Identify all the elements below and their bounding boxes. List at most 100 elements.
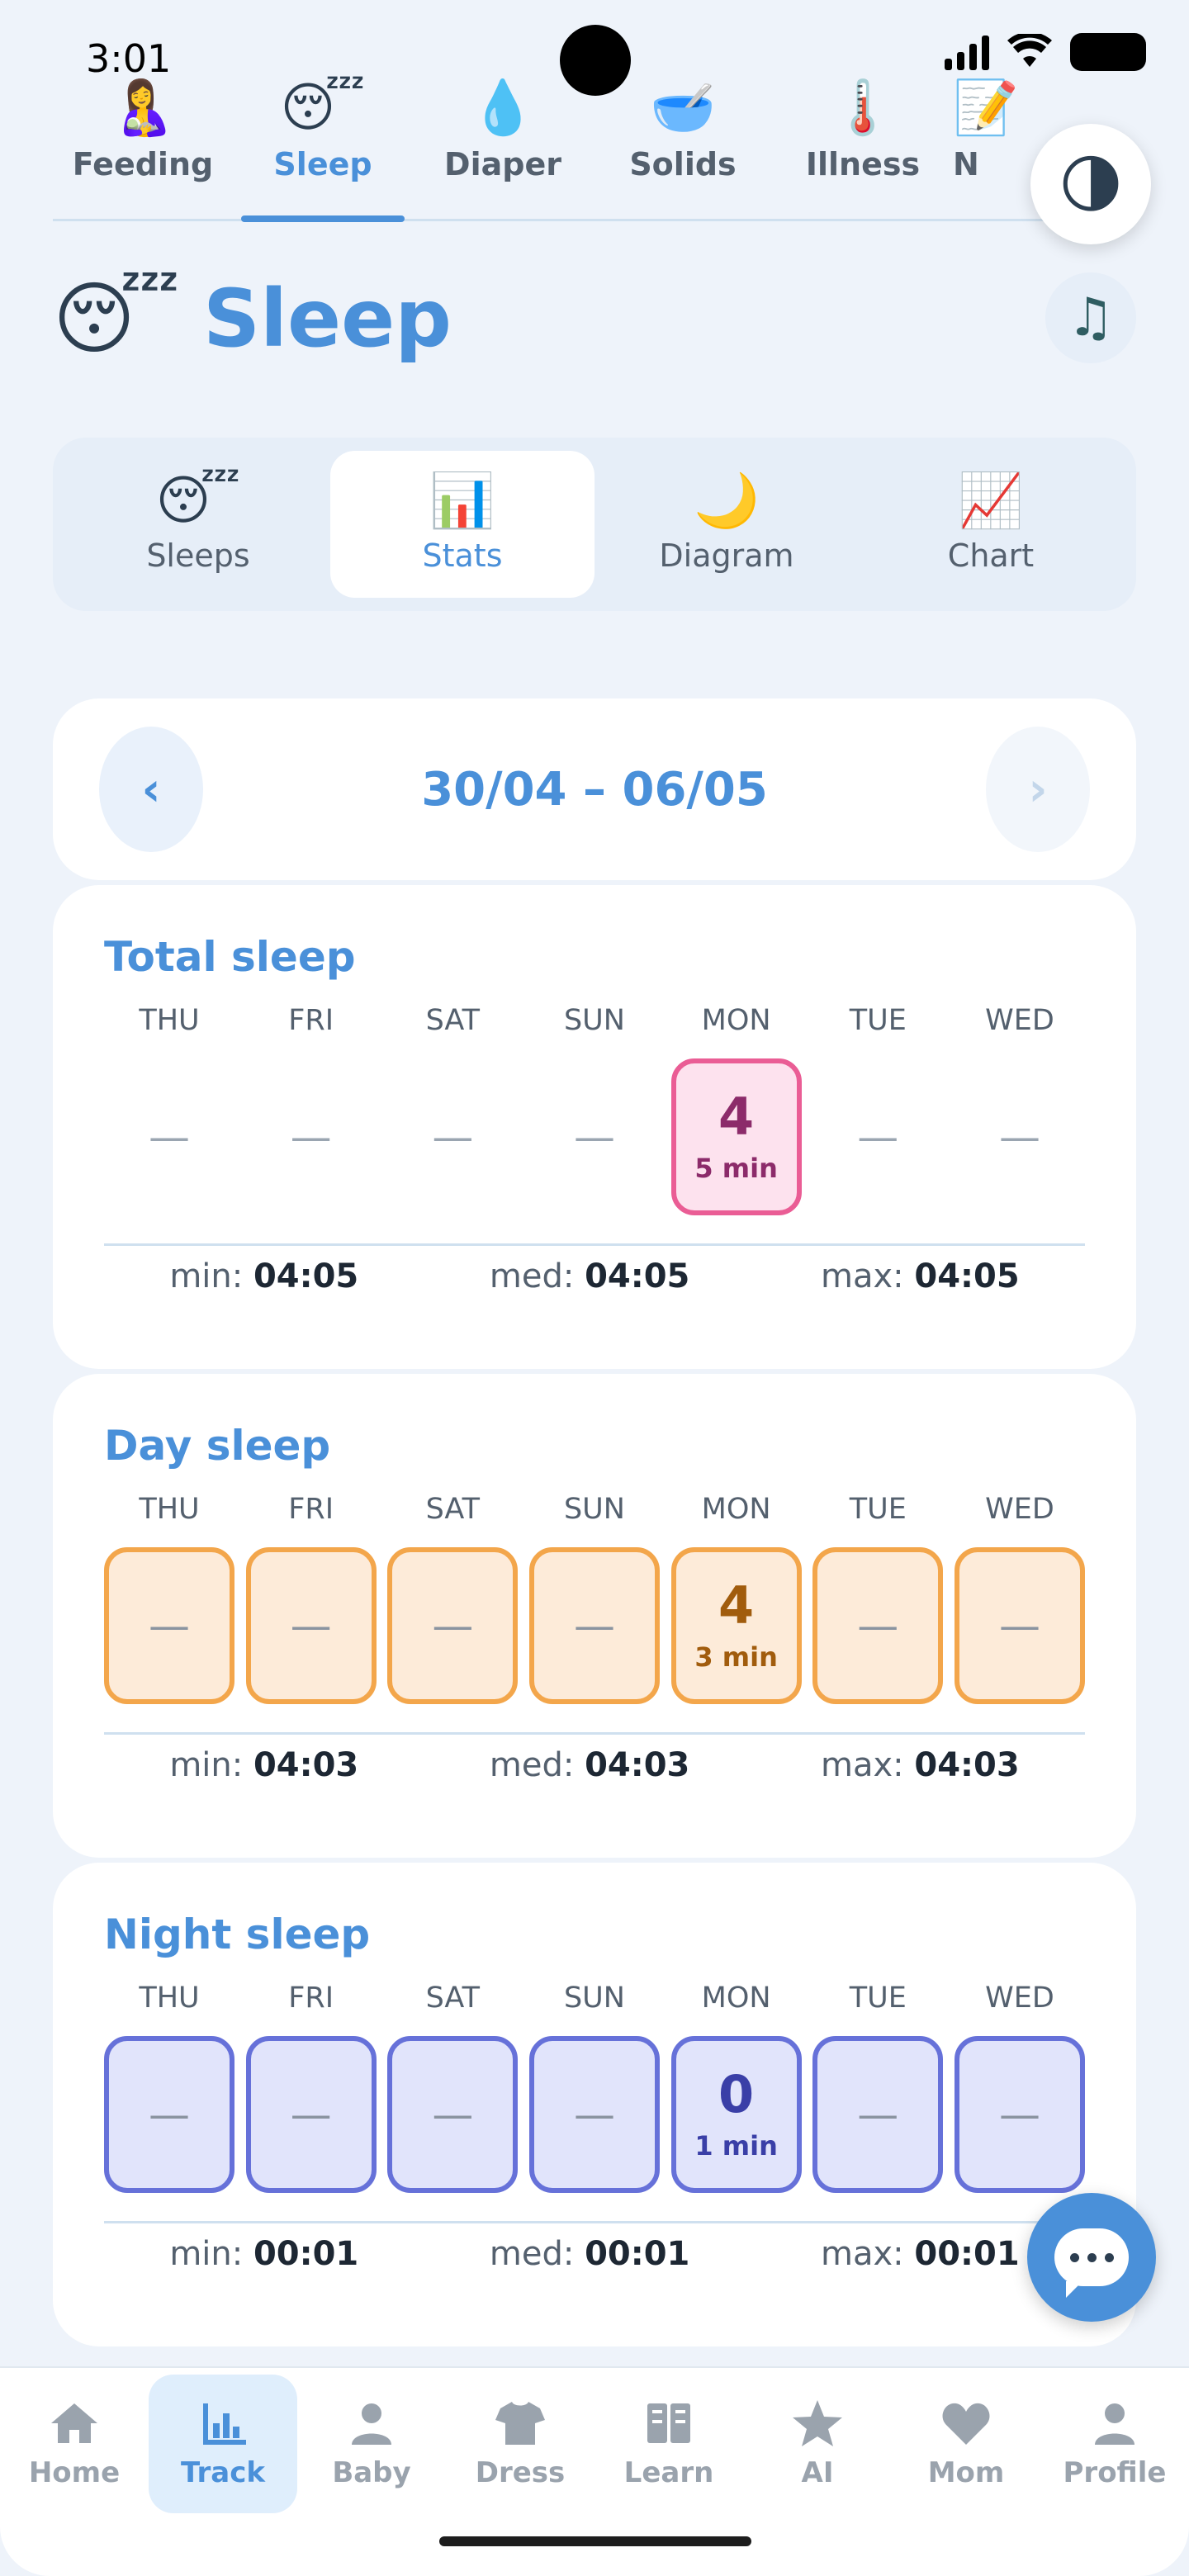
segment-diagram[interactable]: 🌙 Diagram (594, 451, 859, 598)
day-cell[interactable]: — (387, 1547, 519, 1704)
nav-home[interactable]: Home (0, 2375, 149, 2513)
thermometer-icon: 🌡️ (830, 78, 896, 139)
day-value-sub: 1 min (694, 2129, 778, 2162)
next-week-button[interactable]: › (986, 727, 1090, 852)
stat-label: med: (489, 1257, 575, 1295)
tab-feeding[interactable]: 🤱 Feeding (53, 33, 233, 219)
tab-label: Solids (629, 146, 737, 182)
weekday-label: WED (985, 1004, 1054, 1037)
home-indicator (439, 2536, 751, 2546)
nav-profile[interactable]: Profile (1040, 2375, 1189, 2513)
moon-icon: 🌙 (694, 471, 760, 532)
weekday-label: FRI (288, 1982, 334, 2015)
day-cell[interactable]: — (104, 1058, 234, 1215)
day-cell-highlighted[interactable]: 4 3 min (670, 1547, 802, 1704)
droplet-icon: 💧 (470, 78, 536, 139)
day-cell[interactable]: — (955, 1058, 1085, 1215)
stat-med: med: 04:03 (490, 1746, 690, 1784)
nav-mom[interactable]: Mom (892, 2375, 1040, 2513)
weekday-label: SUN (563, 1493, 625, 1526)
stat-value: 00:01 (585, 2235, 690, 2273)
stat-value: 04:03 (585, 1746, 690, 1784)
home-icon (51, 2403, 97, 2443)
nav-label: Profile (1063, 2456, 1167, 2489)
day-cell[interactable]: — (954, 1547, 1085, 1704)
tab-illness[interactable]: 🌡️ Illness (773, 33, 953, 219)
moon-half-icon: 🌗 (1058, 147, 1124, 221)
segment-stats[interactable]: 📊 Stats (330, 451, 594, 598)
star-icon (793, 2400, 842, 2446)
weekday-label: WED (985, 1982, 1054, 2015)
day-cell[interactable]: — (529, 1058, 660, 1215)
weekday-label: MON (701, 1493, 771, 1526)
day-value: — (857, 1113, 899, 1161)
segment-chart[interactable]: 📈 Chart (859, 451, 1123, 598)
day-cell[interactable]: — (104, 2036, 234, 2193)
tab-sleep[interactable]: 😴 Sleep (233, 33, 413, 222)
weekday-header: THU FRI SAT SUN MON TUE WED (104, 1004, 1085, 1037)
day-value: — (432, 1113, 474, 1161)
nav-label: AI (801, 2456, 834, 2489)
prev-week-button[interactable]: ‹ (99, 727, 203, 852)
day-cell[interactable]: — (387, 1058, 518, 1215)
segment-label: Stats (422, 537, 503, 574)
day-cell[interactable]: — (104, 1547, 234, 1704)
weekday-label: MON (701, 1982, 771, 2015)
day-value-sub: 5 min (694, 1152, 778, 1184)
day-value: — (149, 2091, 190, 2138)
chat-button[interactable] (1027, 2193, 1156, 2322)
tab-diaper[interactable]: 💧 Diaper (413, 33, 593, 219)
music-button[interactable]: ♫ (1045, 272, 1136, 363)
nav-label: Mom (927, 2456, 1005, 2489)
person-icon (352, 2403, 391, 2445)
tab-solids[interactable]: 🥣 Solids (593, 33, 773, 219)
week-navigator: ‹ 30/04 – 06/05 › (53, 698, 1136, 880)
nav-baby[interactable]: Baby (297, 2375, 446, 2513)
summary-stats: min: 04:03 med: 04:03 max: 04:03 (104, 1732, 1085, 1784)
day-cell-highlighted[interactable]: 4 5 min (670, 1058, 802, 1215)
nav-dress[interactable]: Dress (446, 2375, 594, 2513)
day-values-row: — — — — 4 5 min — — (104, 1058, 1085, 1215)
stat-value: 04:03 (253, 1746, 359, 1784)
view-segmented-control: 😴 Sleeps 📊 Stats 🌙 Diagram 📈 Chart (53, 438, 1136, 611)
segment-label: Sleeps (146, 537, 250, 574)
day-cell[interactable]: — (245, 2036, 377, 2193)
stat-label: med: (489, 2235, 575, 2273)
day-value: — (432, 2091, 474, 2138)
day-cell[interactable]: — (245, 1547, 377, 1704)
weekday-label: FRI (288, 1004, 334, 1037)
page-title: 😴 Sleep (53, 272, 452, 365)
day-value: 4 (718, 1575, 755, 1636)
day-cell[interactable]: — (812, 1547, 944, 1704)
day-sleep-card: Day sleep THU FRI SAT SUN MON TUE WED — … (53, 1374, 1136, 1858)
tab-notes[interactable]: 📝 N (953, 33, 1027, 219)
chevron-right-icon: › (1028, 762, 1048, 817)
stat-label: min: (169, 1257, 244, 1295)
line-chart-icon: 📈 (958, 471, 1024, 532)
nav-learn[interactable]: Learn (594, 2375, 743, 2513)
stat-label: max: (821, 2235, 904, 2273)
nav-track[interactable]: Track (149, 2375, 297, 2513)
nav-ai[interactable]: AI (743, 2375, 892, 2513)
tab-label: N (953, 146, 979, 182)
segment-label: Diagram (659, 537, 794, 574)
summary-stats: min: 04:05 med: 04:05 max: 04:05 (104, 1243, 1085, 1295)
day-cell[interactable]: — (812, 1058, 943, 1215)
weekday-label: SUN (563, 1982, 625, 2015)
weekday-label: TUE (849, 1004, 907, 1037)
day-cell[interactable]: — (387, 2036, 519, 2193)
stat-label: min: (169, 1746, 244, 1784)
day-cell[interactable]: — (246, 1058, 377, 1215)
day-cell[interactable]: — (954, 2036, 1085, 2193)
day-cell[interactable]: — (812, 2036, 944, 2193)
weekday-label: THU (139, 1004, 200, 1037)
segment-sleeps[interactable]: 😴 Sleeps (66, 451, 330, 598)
stat-value: 04:05 (253, 1257, 359, 1295)
weekday-label: TUE (849, 1982, 907, 2015)
stat-max: max: 00:01 (821, 2235, 1020, 2273)
day-cell[interactable]: — (528, 2036, 660, 2193)
day-cell[interactable]: — (528, 1547, 660, 1704)
day-cell-highlighted[interactable]: 0 1 min (670, 2036, 802, 2193)
theme-toggle-button[interactable]: 🌗 (1030, 124, 1151, 244)
day-value: — (149, 1113, 190, 1161)
